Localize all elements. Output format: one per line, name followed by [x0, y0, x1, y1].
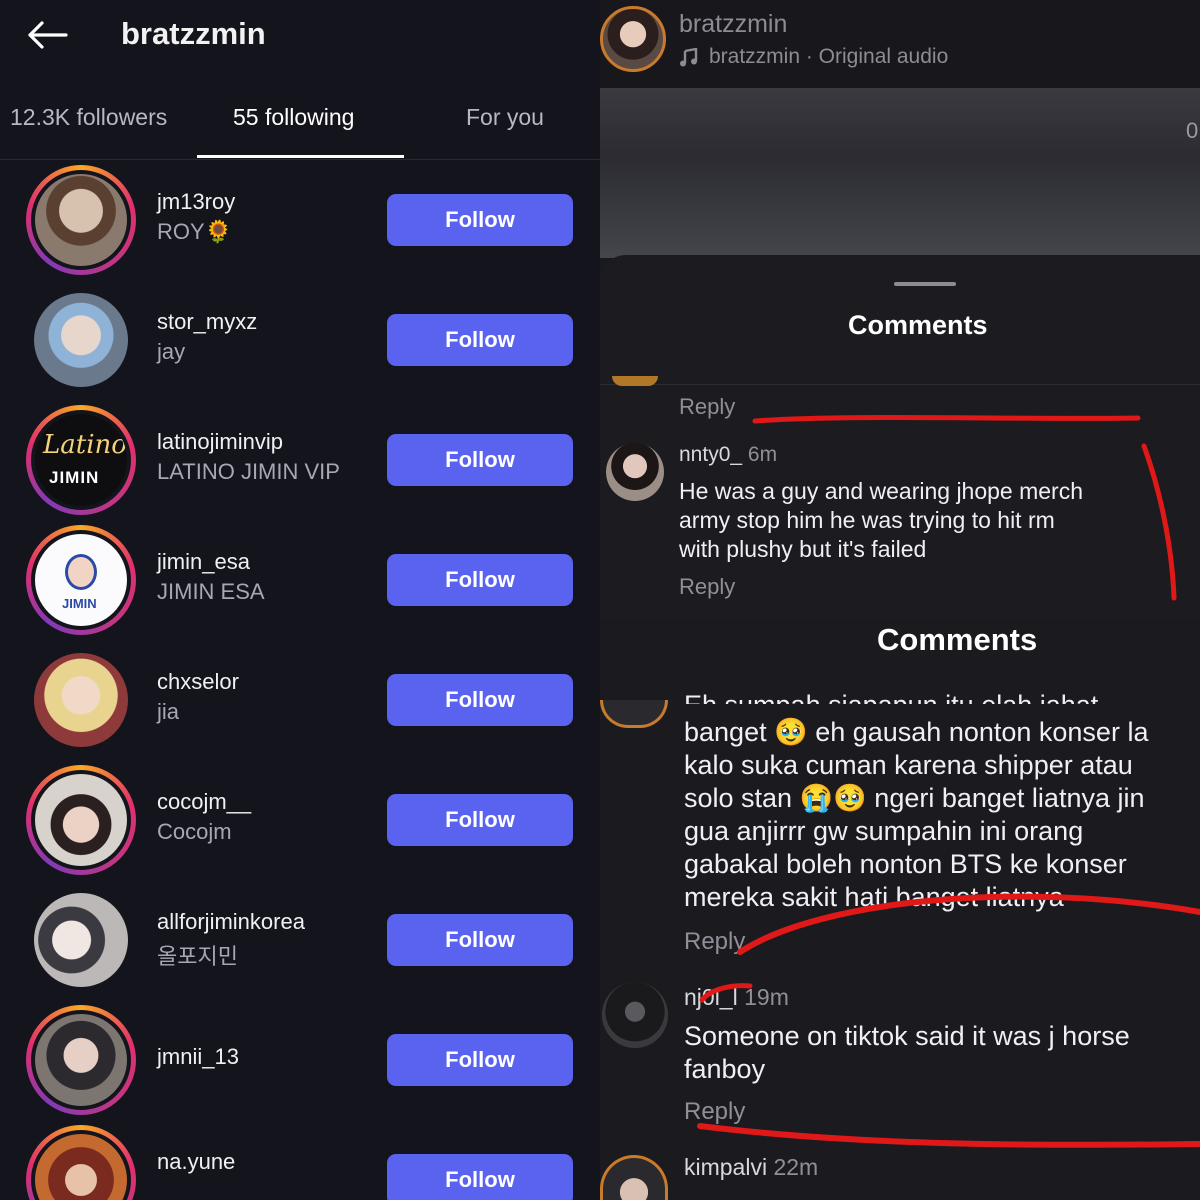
- reply-button[interactable]: Reply: [679, 574, 735, 600]
- comment-author[interactable]: nj0l_l 19m: [684, 984, 789, 1011]
- avatar: [612, 376, 658, 386]
- video-frame[interactable]: [600, 88, 1200, 258]
- display-name: Cocojm: [157, 819, 232, 844]
- avatar[interactable]: [26, 1005, 136, 1115]
- avatar-logo-word: JIMIN: [49, 468, 100, 487]
- tab-active-indicator: [197, 155, 404, 158]
- follow-button[interactable]: Follow: [387, 554, 573, 606]
- following-panel: bratzzmin 12.3K followers 55 following F…: [0, 0, 600, 1200]
- comments-title: Comments: [848, 310, 988, 340]
- avatar[interactable]: [34, 653, 128, 747]
- comment-text-cutoff: Eh sumpah siapapun itu elah jahat: [684, 690, 1098, 704]
- list-item[interactable]: na.yune Follow: [0, 1125, 600, 1200]
- reply-button[interactable]: Reply: [684, 1098, 745, 1126]
- display-name: jia: [157, 699, 180, 724]
- list-item[interactable]: chxselor jia Follow: [0, 645, 600, 755]
- comment-author[interactable]: nnty0_ 6m: [679, 443, 777, 467]
- avatar[interactable]: [26, 765, 136, 875]
- list-item[interactable]: stor_myxz jay Follow: [0, 285, 600, 395]
- list-item[interactable]: cocojm__ Cocojm Follow: [0, 765, 600, 875]
- tab-followers[interactable]: 12.3K followers: [10, 104, 167, 131]
- back-arrow-icon[interactable]: [26, 20, 68, 50]
- reel-header: bratzzmin bratzzmin · Original audio: [600, 0, 1200, 88]
- comment-time: 19m: [744, 984, 789, 1010]
- comment-handle[interactable]: kimpalvi: [684, 1154, 767, 1180]
- follow-button[interactable]: Follow: [387, 1034, 573, 1086]
- username[interactable]: na.yune: [157, 1149, 235, 1175]
- reel-audio[interactable]: bratzzmin · Original audio: [709, 45, 948, 69]
- comment-handle[interactable]: nj0l_l: [684, 984, 738, 1010]
- follow-button[interactable]: Follow: [387, 1154, 573, 1200]
- avatar[interactable]: [606, 443, 664, 501]
- reel-username[interactable]: bratzzmin: [679, 10, 787, 39]
- comment-handle[interactable]: nnty0_: [679, 443, 742, 466]
- comment-text: He was a guy and wearing jhope merch arm…: [679, 478, 1084, 562]
- username[interactable]: cocojm__: [157, 789, 251, 815]
- tab-following[interactable]: 55 following: [233, 104, 354, 131]
- display-name: JIMIN ESA: [157, 579, 265, 604]
- display-name: 올포지민: [157, 944, 238, 969]
- reply-button[interactable]: Reply: [684, 928, 745, 956]
- comment-text: Someone on tiktok said it was j horse fa…: [684, 1021, 1130, 1084]
- username[interactable]: jmnii_13: [157, 1044, 239, 1070]
- username[interactable]: chxselor: [157, 669, 239, 695]
- sheet-drag-handle[interactable]: [894, 282, 956, 286]
- follow-button[interactable]: Follow: [387, 914, 573, 966]
- username[interactable]: allforjiminkorea: [157, 909, 305, 935]
- comment-author[interactable]: kimpalvi 22m: [684, 1154, 818, 1181]
- avatar[interactable]: [602, 982, 668, 1048]
- avatar[interactable]: [26, 165, 136, 275]
- display-name: jay: [157, 339, 186, 364]
- list-item[interactable]: allforjiminkorea 올포지민 Follow: [0, 885, 600, 995]
- avatar[interactable]: [34, 293, 128, 387]
- list-item[interactable]: Latino JIMIN latinojiminvip LATINO JIMIN…: [0, 405, 600, 515]
- avatar[interactable]: [34, 893, 128, 987]
- list-item[interactable]: jm13roy ROY🌻 Follow: [0, 165, 600, 275]
- scroll-cutoff: Eh sumpah siapapun itu elah jahat: [600, 680, 1200, 704]
- comment-time: 6m: [747, 443, 778, 466]
- list-item[interactable]: JIMIN jimin_esa JIMIN ESA Follow: [0, 525, 600, 635]
- profile-username: bratzzmin: [121, 16, 266, 51]
- username[interactable]: jm13roy: [157, 189, 235, 215]
- divider: [600, 384, 1200, 385]
- avatar[interactable]: JIMIN: [26, 525, 136, 635]
- music-note-icon: [680, 48, 698, 67]
- avatar-logo-script: Latino: [43, 430, 127, 460]
- follow-button[interactable]: Follow: [387, 794, 573, 846]
- tab-bar: 12.3K followers 55 following For you: [0, 98, 600, 160]
- comment-time: 22m: [773, 1154, 819, 1180]
- username[interactable]: latinojiminvip: [157, 429, 283, 455]
- tab-for-you[interactable]: For you: [466, 104, 544, 131]
- list-item[interactable]: jmnii_13 Follow: [0, 1005, 600, 1115]
- follow-button[interactable]: Follow: [387, 674, 573, 726]
- follow-button[interactable]: Follow: [387, 434, 573, 486]
- avatar[interactable]: [26, 1125, 136, 1200]
- comments-title: Comments: [877, 622, 1038, 657]
- username[interactable]: jimin_esa: [157, 549, 250, 575]
- follow-button[interactable]: Follow: [387, 194, 573, 246]
- username[interactable]: stor_myxz: [157, 309, 257, 335]
- follow-button[interactable]: Follow: [387, 314, 573, 366]
- comment-text: banget 🥹 eh gausah nonton konser la kalo…: [684, 717, 1149, 912]
- avatar-logo-word: JIMIN: [62, 596, 97, 611]
- reply-button[interactable]: Reply: [679, 394, 735, 420]
- comments-panel: bratzzmin bratzzmin · Original audio 0 C…: [600, 0, 1200, 1200]
- video-counter: 0: [1186, 118, 1199, 143]
- avatar[interactable]: Latino JIMIN: [26, 405, 136, 515]
- avatar[interactable]: [600, 6, 666, 72]
- display-name: LATINO JIMIN VIP: [157, 459, 340, 484]
- display-name: ROY🌻: [157, 219, 233, 244]
